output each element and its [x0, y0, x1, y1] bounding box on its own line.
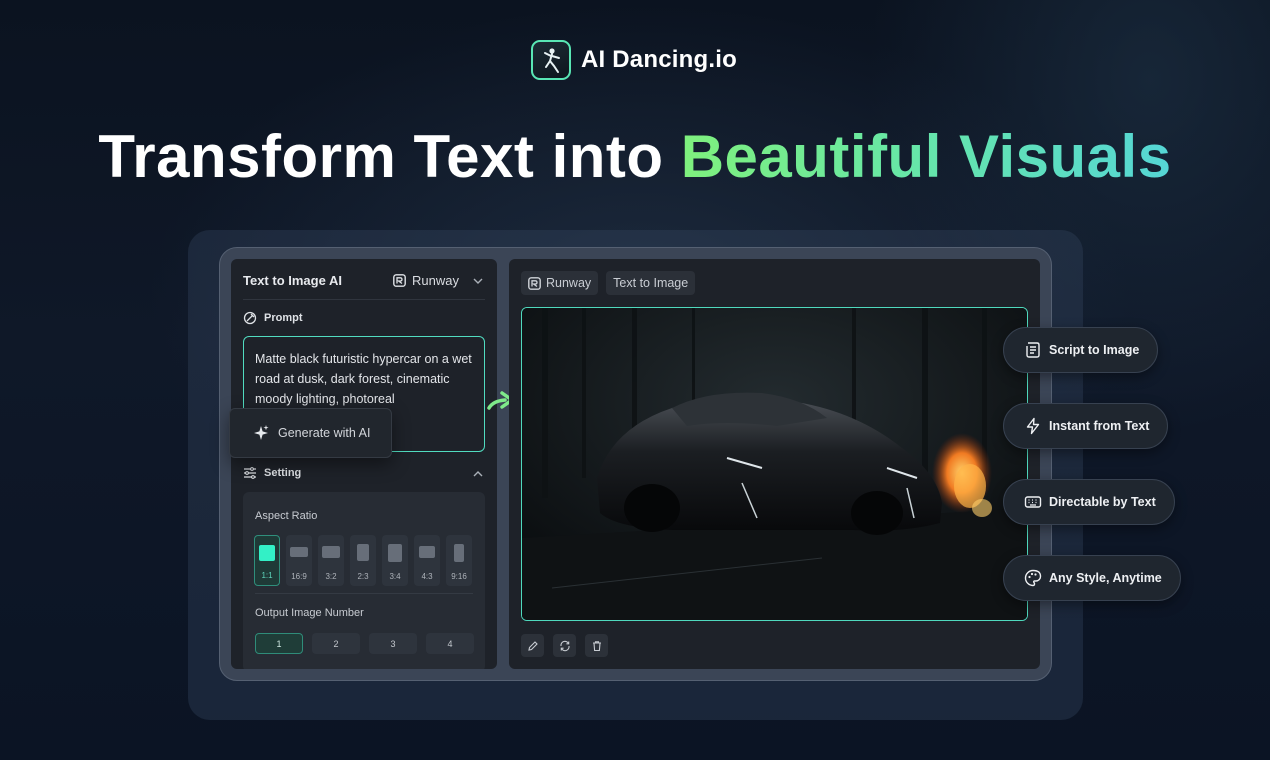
output-panel: Runway Text to Image [509, 259, 1040, 669]
aspect-ratio-options: 1:1 16:9 3:2 2:3 3:4 4:3 9:16 [254, 535, 472, 586]
hypercar-image [522, 308, 1027, 620]
headline-part1: Transform Text into [98, 123, 664, 190]
script-icon [1026, 342, 1040, 358]
output-number-2[interactable]: 2 [312, 633, 360, 654]
sparkle-icon [254, 425, 269, 440]
output-number-label: Output Image Number [255, 607, 364, 619]
delete-icon [592, 640, 601, 651]
aspect-ratio-4-3[interactable]: 4:3 [414, 535, 440, 586]
palette-icon [1024, 569, 1042, 587]
setting-label: Setting [243, 467, 301, 479]
runway-logo-icon [393, 274, 406, 287]
chevron-down-icon [473, 278, 483, 284]
brand-name: AI Dancing.io [581, 46, 737, 73]
panel-title: Text to Image AI [243, 273, 342, 288]
settings-box: Aspect Ratio 1:1 16:9 3:2 2:3 3:4 4:3 9:… [243, 492, 485, 669]
sliders-icon [244, 467, 256, 479]
keyboard-icon [1024, 496, 1042, 508]
output-number-options: 1 2 3 4 [255, 633, 474, 654]
output-number-3[interactable]: 3 [369, 633, 417, 654]
prompt-label: Prompt [243, 311, 303, 325]
prompt-icon [243, 311, 257, 325]
divider [243, 299, 485, 300]
headline-accent: Beautiful Visuals [680, 123, 1172, 190]
feature-instant-from-text[interactable]: Instant from Text [1003, 403, 1169, 449]
tag-model[interactable]: Runway [521, 271, 599, 295]
dancer-logo-icon [531, 40, 571, 80]
aspect-ratio-16-9[interactable]: 16:9 [286, 535, 312, 586]
refresh-icon [559, 640, 570, 651]
chevron-up-icon[interactable] [471, 467, 485, 481]
feature-any-style-anytime[interactable]: Any Style, Anytime [1003, 555, 1181, 601]
edit-button[interactable] [521, 634, 544, 657]
brand[interactable]: AI Dancing.io [531, 40, 737, 80]
aspect-ratio-2-3[interactable]: 2:3 [350, 535, 376, 586]
tag-mode[interactable]: Text to Image [606, 271, 696, 295]
model-name: Runway [412, 273, 459, 288]
settings-panel: Text to Image AI Runway Prompt Matte bla… [231, 259, 497, 669]
aspect-ratio-label: Aspect Ratio [255, 510, 318, 522]
aspect-ratio-9-16[interactable]: 9:16 [446, 535, 472, 586]
edit-icon [527, 640, 538, 651]
delete-button[interactable] [585, 634, 608, 657]
regenerate-button[interactable] [553, 634, 576, 657]
panel-header: Text to Image AI Runway [243, 273, 485, 288]
runway-logo-icon [528, 276, 541, 290]
aspect-ratio-3-4[interactable]: 3:4 [382, 535, 408, 586]
page-headline: Transform Text into Beautiful Visuals [0, 122, 1270, 191]
aspect-ratio-3-2[interactable]: 3:2 [318, 535, 344, 586]
output-number-4[interactable]: 4 [426, 633, 474, 654]
generate-with-ai-button[interactable]: Generate with AI [229, 408, 392, 458]
output-tags: Runway Text to Image [521, 271, 696, 295]
feature-script-to-image[interactable]: Script to Image [1003, 327, 1159, 373]
image-actions [521, 634, 608, 657]
lightning-icon [1026, 417, 1040, 435]
model-dropdown[interactable]: Runway [393, 273, 485, 288]
output-number-1[interactable]: 1 [255, 633, 303, 654]
feature-directable-by-text[interactable]: Directable by Text [1003, 479, 1175, 525]
generated-image[interactable] [521, 307, 1028, 621]
divider [255, 593, 473, 594]
aspect-ratio-1-1[interactable]: 1:1 [254, 535, 280, 586]
